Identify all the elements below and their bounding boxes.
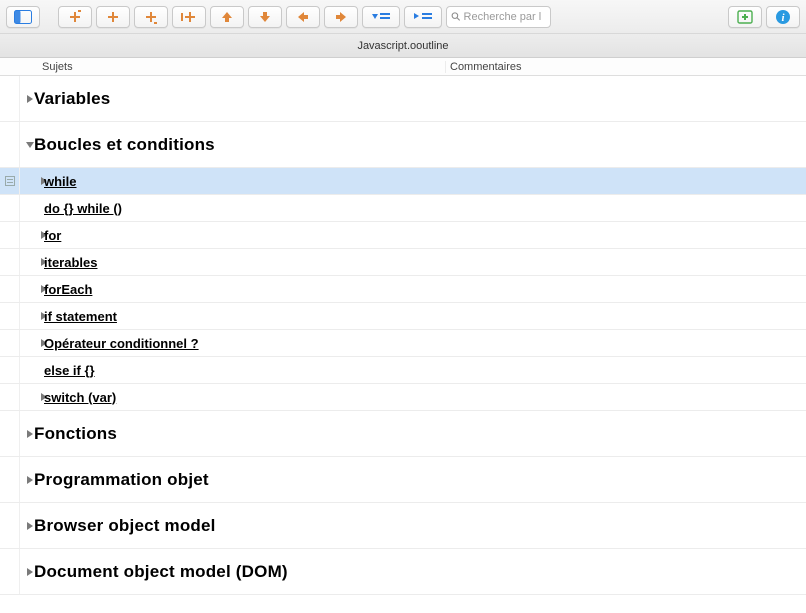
outline-item[interactable]: else if {}: [0, 357, 806, 384]
note-expand-button[interactable]: [362, 6, 400, 28]
item-label: do {} while (): [44, 201, 122, 216]
row-gutter: [0, 549, 20, 594]
row-gutter: [0, 249, 20, 275]
row-gutter: [0, 122, 20, 167]
outline-item[interactable]: forEach: [0, 276, 806, 303]
row-gutter: [0, 76, 20, 121]
outline-item[interactable]: do {} while (): [0, 195, 806, 222]
move-right-button[interactable]: [324, 6, 358, 28]
section-row[interactable]: Browser object model: [0, 503, 806, 549]
item-label: switch (var): [44, 390, 116, 405]
section-label: Boucles et conditions: [34, 135, 215, 155]
item-label: while: [44, 174, 77, 189]
disclosure-triangle-icon[interactable]: [20, 476, 34, 484]
outline-item[interactable]: iterables: [0, 249, 806, 276]
row-gutter: [0, 411, 20, 456]
item-label: if statement: [44, 309, 117, 324]
note-collapse-button[interactable]: [404, 6, 442, 28]
row-handle-icon[interactable]: [5, 176, 15, 186]
outline: Variables Boucles et conditions while do…: [0, 76, 806, 595]
item-label: Opérateur conditionnel ?: [44, 336, 199, 351]
section-row[interactable]: Variables: [0, 76, 806, 122]
section-row[interactable]: Document object model (DOM): [0, 549, 806, 595]
row-gutter: [0, 195, 20, 221]
column-header-comments[interactable]: Commentaires: [446, 61, 806, 73]
section-label: Fonctions: [34, 424, 117, 444]
search-input[interactable]: [464, 11, 546, 23]
add-child-button[interactable]: [172, 6, 206, 28]
document-title: Javascript.ooutline: [357, 40, 448, 52]
add-row-button[interactable]: [96, 6, 130, 28]
section-row[interactable]: Fonctions: [0, 411, 806, 457]
column-header-subjects[interactable]: Sujets: [0, 61, 446, 73]
row-gutter: [0, 384, 20, 410]
section-label: Variables: [34, 89, 110, 109]
item-label: iterables: [44, 255, 97, 270]
move-down-button[interactable]: [248, 6, 282, 28]
disclosure-triangle-icon[interactable]: [20, 231, 44, 239]
toggle-sidebar-button[interactable]: [6, 6, 40, 28]
section-label: Document object model (DOM): [34, 562, 288, 582]
search-field[interactable]: [446, 6, 551, 28]
add-row-below-button[interactable]: [134, 6, 168, 28]
move-up-button[interactable]: [210, 6, 244, 28]
add-row-top-button[interactable]: [58, 6, 92, 28]
row-gutter: [0, 503, 20, 548]
disclosure-triangle-icon[interactable]: [20, 339, 44, 347]
disclosure-triangle-icon[interactable]: [20, 312, 44, 320]
section-label: Browser object model: [34, 516, 216, 536]
disclosure-triangle-icon[interactable]: [20, 177, 44, 185]
section-label: Programmation objet: [34, 470, 209, 490]
section-row[interactable]: Boucles et conditions: [0, 122, 806, 168]
disclosure-triangle-icon[interactable]: [20, 258, 44, 266]
disclosure-triangle-icon[interactable]: [20, 568, 34, 576]
section-row[interactable]: Programmation objet: [0, 457, 806, 503]
row-gutter[interactable]: [0, 168, 20, 194]
outline-item[interactable]: if statement: [0, 303, 806, 330]
row-gutter: [0, 457, 20, 502]
toolbar: i: [0, 0, 806, 34]
disclosure-triangle-icon[interactable]: [20, 285, 44, 293]
row-gutter: [0, 303, 20, 329]
item-label: for: [44, 228, 61, 243]
bullet-icon[interactable]: [20, 368, 44, 372]
disclosure-triangle-icon[interactable]: [20, 142, 34, 148]
bullet-icon[interactable]: [20, 206, 44, 210]
disclosure-triangle-icon[interactable]: [20, 95, 34, 103]
document-title-bar: Javascript.ooutline: [0, 34, 806, 58]
row-gutter: [0, 222, 20, 248]
outline-item[interactable]: switch (var): [0, 384, 806, 411]
column-headers: Sujets Commentaires: [0, 58, 806, 76]
search-icon: [451, 11, 461, 22]
info-button[interactable]: i: [766, 6, 800, 28]
add-column-button[interactable]: [728, 6, 762, 28]
item-label: forEach: [44, 282, 92, 297]
row-gutter: [0, 276, 20, 302]
row-gutter: [0, 330, 20, 356]
outline-item[interactable]: while: [0, 168, 806, 195]
move-left-button[interactable]: [286, 6, 320, 28]
outline-item[interactable]: for: [0, 222, 806, 249]
item-label: else if {}: [44, 363, 95, 378]
disclosure-triangle-icon[interactable]: [20, 522, 34, 530]
disclosure-triangle-icon[interactable]: [20, 393, 44, 401]
outline-item[interactable]: Opérateur conditionnel ?: [0, 330, 806, 357]
row-gutter: [0, 357, 20, 383]
disclosure-triangle-icon[interactable]: [20, 430, 34, 438]
